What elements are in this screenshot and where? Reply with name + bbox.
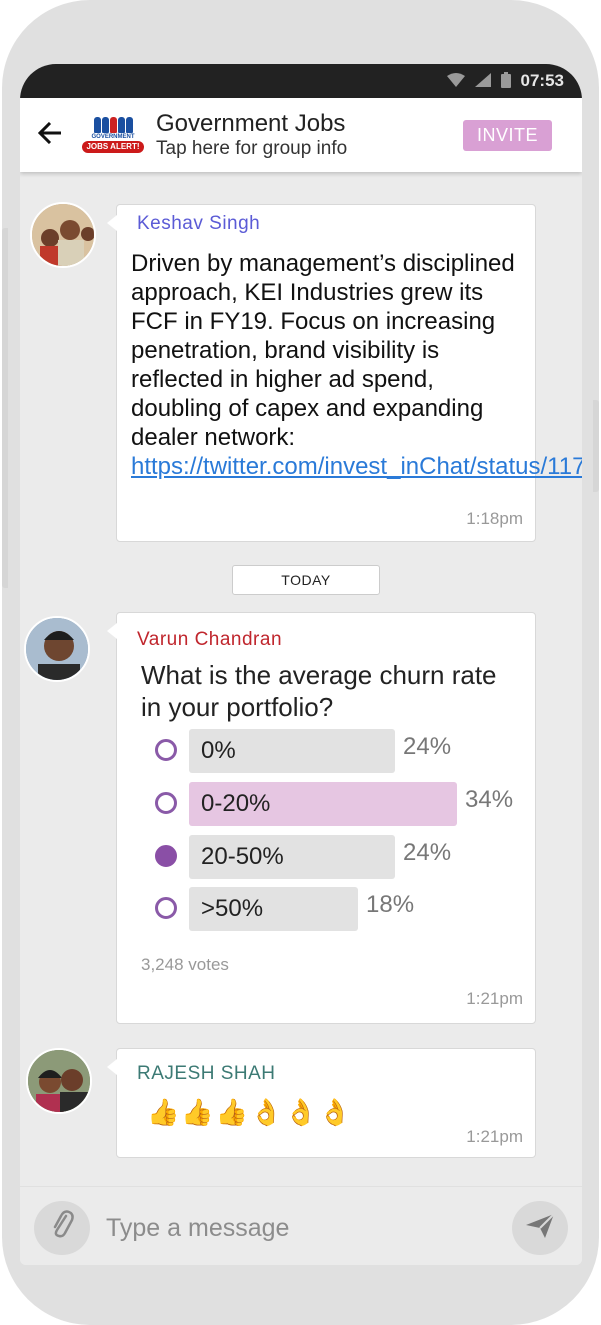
- message-composer: [20, 1186, 582, 1265]
- radio-button[interactable]: [155, 792, 177, 814]
- back-button[interactable]: [26, 111, 74, 159]
- vote-count: 3,248 votes: [141, 955, 229, 974]
- status-bar: 07:53: [20, 64, 582, 98]
- sender-rajesh: RAJESH SHAH: [137, 1063, 276, 1084]
- logo-badge: JOBS ALERT!: [82, 141, 144, 153]
- send-button[interactable]: [512, 1201, 568, 1255]
- status-time: 07:53: [520, 71, 564, 90]
- poll-option-label: 0%: [201, 737, 236, 764]
- sender-name: Varun Chandran: [137, 629, 282, 651]
- screen: 07:53 GOVERNMENT JOBS ALERT! Government …: [20, 64, 582, 1265]
- emoji-message: 👍👍👍👌👌👌: [147, 1097, 354, 1127]
- sender-varun: Varun Chandran: [137, 629, 283, 650]
- group-info[interactable]: Government Jobs Tap here for group info: [156, 110, 463, 160]
- send-icon: [525, 1212, 555, 1244]
- message-time: 1:21pm: [466, 989, 523, 1008]
- group-logo[interactable]: GOVERNMENT JOBS ALERT!: [82, 104, 144, 166]
- poll-option[interactable]: 0% 24%: [117, 729, 535, 773]
- poll-option[interactable]: 0-20% 34%: [117, 782, 535, 826]
- poll-option-label: >50%: [201, 895, 264, 922]
- logo-text: GOVERNMENT: [91, 134, 135, 140]
- sender-name: Keshav Singh: [137, 213, 260, 235]
- poll-option-label: 0-20%: [201, 790, 271, 817]
- sender-keshav: Keshav Singh: [137, 213, 261, 234]
- poll-option-percent: 34%: [465, 786, 514, 813]
- message-time: 1:21pm: [466, 1127, 523, 1146]
- message-text: Driven by management’s disciplined appro…: [131, 249, 582, 481]
- poll-option-label: 20-50%: [201, 843, 284, 870]
- paperclip-icon: [50, 1208, 74, 1248]
- battery-icon: [500, 71, 511, 91]
- poll-option[interactable]: 20-50% 24%: [117, 835, 535, 879]
- signal-icon: [474, 72, 491, 90]
- phone-frame: 07:53 GOVERNMENT JOBS ALERT! Government …: [2, 0, 599, 1325]
- poll-option-percent: 24%: [403, 839, 452, 866]
- poll-option[interactable]: >50% 18%: [117, 887, 535, 931]
- side-button-left: [2, 228, 8, 588]
- attach-button[interactable]: [34, 1201, 90, 1255]
- poll-bubble[interactable]: Varun Chandran What is the average churn…: [107, 612, 536, 1024]
- radio-button[interactable]: [155, 739, 177, 761]
- avatar[interactable]: [24, 616, 90, 682]
- poll-option-percent: 18%: [366, 891, 415, 918]
- message-bubble[interactable]: RAJESH SHAH 👍👍👍👌👌👌 1:21pm: [107, 1048, 536, 1158]
- message-time: 1:18pm: [466, 509, 523, 528]
- message-bubble[interactable]: Keshav Singh Driven by management’s disc…: [107, 204, 582, 542]
- avatar[interactable]: [30, 202, 96, 268]
- message-link[interactable]: https://twitter.com/invest_inChat/status…: [131, 453, 582, 480]
- radio-button[interactable]: [155, 845, 177, 867]
- poll-option-percent: 24%: [403, 733, 452, 760]
- people-icon: [93, 117, 133, 133]
- arrow-left-icon: [37, 118, 62, 152]
- invite-button[interactable]: INVITE: [462, 119, 552, 151]
- chat-header[interactable]: GOVERNMENT JOBS ALERT! Government Jobs T…: [20, 98, 582, 172]
- message-body: Driven by management’s disciplined appro…: [131, 250, 515, 451]
- wifi-icon: [446, 72, 465, 90]
- avatar[interactable]: [26, 1048, 92, 1114]
- date-divider: TODAY: [232, 565, 380, 595]
- message-input[interactable]: [106, 1201, 496, 1255]
- group-title: Government Jobs: [156, 110, 346, 137]
- sender-name: RAJESH SHAH: [137, 1063, 276, 1085]
- group-subtitle: Tap here for group info: [156, 138, 348, 159]
- radio-button[interactable]: [155, 897, 177, 919]
- poll-question: What is the average churn rate in your p…: [141, 660, 497, 722]
- side-button-right: [593, 400, 599, 492]
